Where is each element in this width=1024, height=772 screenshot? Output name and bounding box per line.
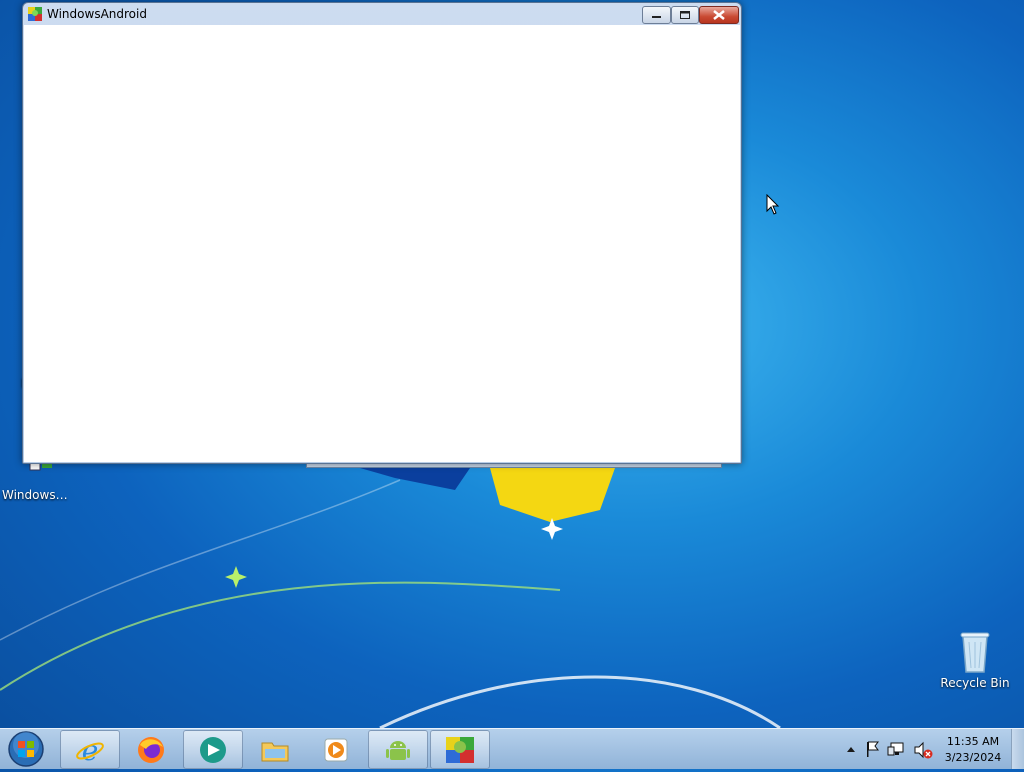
start-button[interactable] bbox=[6, 730, 46, 768]
action-center-flag-icon[interactable] bbox=[867, 741, 879, 757]
minimize-icon bbox=[652, 16, 661, 18]
clock-time: 11:35 AM bbox=[946, 735, 1000, 748]
bubble-app-icon bbox=[200, 737, 226, 763]
desktop-icon-label: Recycle Bin bbox=[940, 676, 1010, 690]
maximize-button[interactable] bbox=[671, 6, 699, 24]
maximize-icon bbox=[680, 11, 690, 19]
taskbar-chat-app[interactable] bbox=[183, 730, 243, 769]
desktop-icon-label: WindowsA... bbox=[2, 488, 74, 502]
media-player-icon bbox=[324, 738, 348, 762]
taskbar-windowsandroid[interactable] bbox=[430, 730, 490, 769]
windowsandroid-app-icon bbox=[446, 737, 474, 763]
window-title: WindowsAndroid bbox=[47, 7, 147, 21]
taskbar: e 11:35 AM 3/23/2024 bbox=[0, 728, 1024, 769]
windows-start-orb bbox=[8, 731, 44, 767]
taskbar-internet-explorer[interactable]: e bbox=[60, 730, 120, 769]
window-content-area[interactable] bbox=[24, 25, 740, 462]
system-clock[interactable]: 11:35 AM 3/23/2024 bbox=[938, 734, 1008, 766]
close-icon bbox=[713, 10, 725, 20]
firefox-icon bbox=[138, 737, 164, 763]
minimize-button[interactable] bbox=[642, 6, 671, 24]
taskbar-file-explorer[interactable] bbox=[245, 730, 305, 769]
taskbar-media-player[interactable] bbox=[306, 730, 366, 769]
recycle-bin-icon bbox=[955, 628, 995, 674]
mouse-cursor-icon bbox=[766, 194, 780, 215]
taskbar-firefox[interactable] bbox=[121, 730, 181, 769]
ie-icon: e bbox=[76, 735, 104, 765]
android-icon bbox=[386, 741, 410, 760]
taskbar-android-app[interactable] bbox=[368, 730, 428, 769]
close-button[interactable] bbox=[699, 6, 739, 24]
notification-area bbox=[842, 729, 938, 769]
network-icon[interactable] bbox=[887, 742, 904, 756]
clock-date: 3/23/2024 bbox=[944, 751, 1002, 764]
desktop-icon-recycle-bin[interactable]: Recycle Bin bbox=[939, 628, 1011, 690]
windowsandroid-app-icon bbox=[28, 7, 42, 21]
title-bar[interactable]: WindowsAndroid bbox=[23, 3, 741, 25]
svg-text:e: e bbox=[82, 735, 99, 765]
app-window[interactable]: WindowsAndroid bbox=[22, 2, 742, 464]
show-hidden-icons-arrow[interactable] bbox=[847, 747, 855, 752]
show-desktop-button[interactable] bbox=[1011, 729, 1024, 769]
folder-icon bbox=[261, 742, 289, 762]
volume-muted-icon[interactable] bbox=[914, 741, 933, 759]
